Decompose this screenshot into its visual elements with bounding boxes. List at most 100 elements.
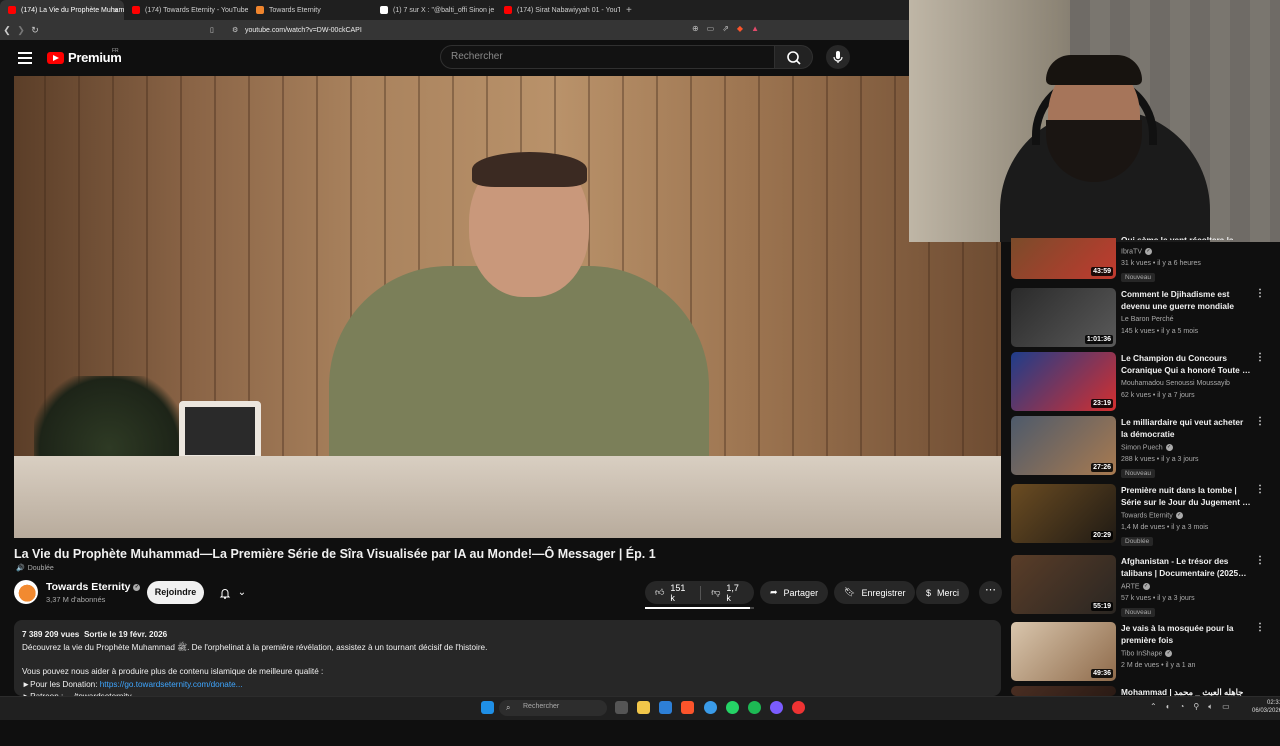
new-tab-button[interactable]: + bbox=[626, 5, 632, 16]
zoom-icon[interactable]: ⊕ bbox=[692, 24, 699, 33]
browser-tab[interactable]: (174) La Vie du Prophète Muhamm × bbox=[0, 0, 124, 20]
channel-name[interactable]: Towards Eternity ✓ bbox=[46, 581, 141, 593]
recommendation-item[interactable]: 49:36 Je vais à la mosquée pour la premiè… bbox=[1011, 622, 1271, 682]
recommendation-channel[interactable]: ARTE bbox=[1121, 583, 1140, 590]
tab-favicon-icon bbox=[8, 6, 16, 14]
recommendation-item[interactable]: 23:19 Le Champion du Concours Coranique Q… bbox=[1011, 352, 1271, 412]
recommendation-channel[interactable]: Tibo InShape bbox=[1121, 650, 1162, 657]
whatsapp-icon[interactable] bbox=[726, 701, 739, 714]
recommendation-thumbnail[interactable]: 23:19 bbox=[1011, 352, 1116, 411]
edge-icon[interactable] bbox=[704, 701, 717, 714]
more-vertical-icon[interactable]: ⋮ bbox=[1255, 416, 1265, 427]
dislike-button[interactable]: 👎︎ 1,7 k bbox=[701, 583, 754, 603]
chevron-down-icon: ⌄ bbox=[237, 587, 247, 598]
reload-icon[interactable]: ↻ bbox=[28, 25, 42, 36]
presenter-hair bbox=[472, 152, 587, 187]
url-text[interactable]: youtube.com/watch?v=DW-00ckCAPI bbox=[245, 27, 362, 34]
recommendation-badge: Nouveau bbox=[1121, 273, 1156, 282]
wifi-icon[interactable]: ◔ bbox=[1180, 702, 1185, 712]
recommendation-thumbnail[interactable]: 49:36 bbox=[1011, 622, 1116, 681]
wall-slat bbox=[792, 76, 794, 456]
browser-tab[interactable]: (174) Sirat Nabawiyyah 01 - YouTube bbox=[496, 0, 620, 20]
tab-title: (1) 7 sur X : "@balti_offi Sinon je voi bbox=[393, 6, 496, 14]
recommendation-item[interactable]: 55:19 Afghanistan - Le trésor des taliban… bbox=[1011, 555, 1271, 617]
donation-link[interactable]: https://go.towardseternity.com/donate... bbox=[100, 680, 243, 689]
voice-search-button[interactable] bbox=[826, 45, 850, 69]
microphone-tray-icon[interactable]: ⚲ bbox=[1193, 702, 1199, 712]
taskbar-clock[interactable]: 02:31 06/03/2026 bbox=[1252, 699, 1280, 715]
more-vertical-icon[interactable]: ⋮ bbox=[1255, 484, 1265, 495]
task-view-icon[interactable] bbox=[615, 701, 628, 714]
network-icon[interactable]: ◐ bbox=[1166, 702, 1171, 712]
chevron-up-icon[interactable]: ⌃ bbox=[1150, 702, 1157, 712]
recommendation-channel[interactable]: IbraTV bbox=[1121, 248, 1142, 255]
save-button[interactable]: 🔖︎ Enregistrer bbox=[834, 581, 916, 604]
subscriber-count: 3,37 M d'abonnés bbox=[46, 595, 106, 604]
browser-tab[interactable]: Towards Eternity bbox=[248, 0, 372, 20]
more-actions-button[interactable]: ⋯ bbox=[979, 581, 1002, 604]
more-vertical-icon[interactable]: ⋮ bbox=[1255, 622, 1265, 633]
forward-icon[interactable]: ❯ bbox=[14, 25, 28, 36]
recommendation-thumbnail[interactable]: 55:19 bbox=[1011, 555, 1116, 614]
browser-tab[interactable]: (1) 7 sur X : "@balti_offi Sinon je voi bbox=[372, 0, 496, 20]
recommendation-thumbnail[interactable] bbox=[1011, 686, 1116, 696]
brave-shield-icon[interactable]: ◆ bbox=[737, 24, 743, 33]
recommendation-channel[interactable]: Towards Eternity bbox=[1121, 512, 1173, 519]
site-info-icon[interactable]: ⚙ bbox=[232, 26, 238, 34]
channel-avatar[interactable] bbox=[14, 580, 38, 604]
start-menu-icon[interactable] bbox=[481, 701, 494, 714]
like-button[interactable]: 👍︎ 151 k bbox=[645, 583, 700, 603]
recommendation-thumbnail[interactable]: 1:01:36 bbox=[1011, 288, 1116, 347]
share-button[interactable]: ➦ Partager bbox=[760, 581, 829, 604]
recommendation-title[interactable]: Je vais à la mosquée pour la première fo… bbox=[1121, 622, 1251, 646]
search-button[interactable] bbox=[775, 45, 813, 69]
more-vertical-icon[interactable]: ⋮ bbox=[1255, 352, 1265, 363]
more-vertical-icon[interactable]: ⋮ bbox=[1255, 288, 1265, 299]
more-vertical-icon[interactable]: ⋮ bbox=[1255, 555, 1265, 566]
brave-browser-icon[interactable] bbox=[681, 701, 694, 714]
bookmark-icon[interactable]: ▯ bbox=[210, 26, 214, 34]
search-input[interactable]: Rechercher bbox=[440, 45, 775, 69]
recommendation-title[interactable]: Le Champion du Concours Coranique Qui a … bbox=[1121, 352, 1251, 376]
recommendation-channel[interactable]: Simon Puech bbox=[1121, 444, 1163, 451]
back-icon[interactable]: ❮ bbox=[0, 25, 14, 36]
channel-name-text[interactable]: Towards Eternity bbox=[46, 581, 130, 593]
recommendation-item[interactable]: 1:01:36 Comment le Djihadisme est devenu … bbox=[1011, 288, 1271, 348]
volume-icon[interactable]: 🔈︎ bbox=[1208, 702, 1213, 712]
rewards-icon[interactable]: ▲ bbox=[751, 24, 759, 33]
description-box[interactable]: 7 389 209 vues Sortie le 19 févr. 2026 D… bbox=[14, 620, 1001, 701]
file-explorer-icon[interactable] bbox=[637, 701, 650, 714]
discord-icon[interactable] bbox=[770, 701, 783, 714]
recommendation-thumbnail[interactable]: 27:26 bbox=[1011, 416, 1116, 475]
obs-icon[interactable] bbox=[792, 701, 805, 714]
store-icon[interactable] bbox=[659, 701, 672, 714]
recommendation-channel[interactable]: Le Baron Perché bbox=[1121, 316, 1174, 323]
wall-slat bbox=[758, 76, 760, 456]
recommendation-channel[interactable]: Mouhamadou Senoussi Moussayib bbox=[1121, 380, 1230, 387]
close-tab-icon[interactable]: × bbox=[113, 6, 118, 15]
video-player[interactable] bbox=[14, 76, 1001, 538]
recommendation-thumbnail[interactable]: 20:29 bbox=[1011, 484, 1116, 543]
taskbar-search-input[interactable]: Rechercher bbox=[499, 700, 607, 716]
recommendation-item[interactable]: 27:26 Le milliardaire qui veut acheter la… bbox=[1011, 416, 1271, 478]
hamburger-menu-icon[interactable] bbox=[18, 52, 32, 64]
share-icon[interactable]: ⇗ bbox=[722, 24, 729, 33]
address-bar[interactable]: ▯ ⚙ youtube.com/watch?v=DW-00ckCAPI bbox=[206, 23, 766, 37]
recommendation-title[interactable]: Première nuit dans la tombe | Série sur … bbox=[1121, 484, 1251, 508]
recommendation-title[interactable]: Afghanistan - Le trésor des talibans | D… bbox=[1121, 555, 1251, 579]
thanks-button[interactable]: $ Merci bbox=[916, 581, 970, 604]
recommendation-title[interactable]: Qui sème le vent récoltera la tempête bbox=[1121, 230, 1251, 240]
join-button[interactable]: Rejoindre bbox=[147, 581, 204, 604]
recommendation-item[interactable]: 20:29 Première nuit dans la tombe | Série… bbox=[1011, 484, 1271, 546]
youtube-premium-logo[interactable]: Premium FR bbox=[47, 48, 122, 65]
dubbed-badge: 🔊 Doublée bbox=[16, 564, 54, 573]
recommendation-thumbnail[interactable]: 43:59 bbox=[1011, 238, 1116, 279]
browser-tab[interactable]: (174) Towards Eternity - YouTube bbox=[124, 0, 248, 20]
recommendation-title[interactable]: Comment le Djihadisme est devenu une gue… bbox=[1121, 288, 1251, 312]
spotify-icon[interactable] bbox=[748, 701, 761, 714]
cast-icon[interactable]: ▭ bbox=[707, 24, 715, 33]
notification-bell-button[interactable]: ⌄ bbox=[210, 581, 255, 604]
language-icon[interactable]: ▭ bbox=[1222, 702, 1230, 712]
recommendation-item[interactable]: 43:59Qui sème le vent récoltera la tempê… bbox=[1011, 235, 1271, 282]
recommendation-title[interactable]: Le milliardaire qui veut acheter la démo… bbox=[1121, 416, 1251, 440]
